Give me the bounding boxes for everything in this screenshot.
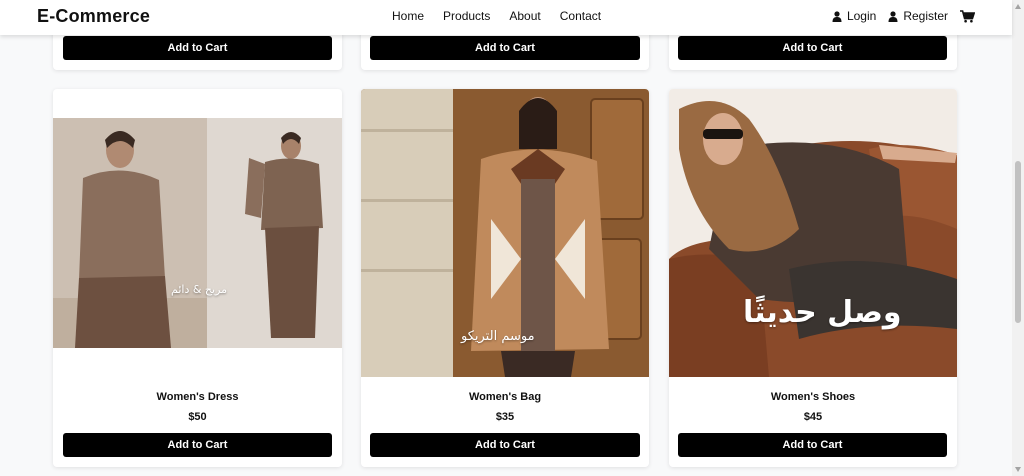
- product-title: Women's Shoes: [770, 391, 856, 403]
- product-card-dress: مريح & دائم Women's Dress $50 Add to Car…: [53, 89, 342, 467]
- product-price: $50: [188, 411, 207, 423]
- login-link[interactable]: Login: [832, 9, 876, 23]
- register-label: Register: [903, 9, 948, 23]
- nav-link-home[interactable]: Home: [392, 9, 424, 23]
- add-to-cart-button[interactable]: Add to Cart: [370, 36, 640, 60]
- add-to-cart-button[interactable]: Add to Cart: [63, 433, 332, 457]
- product-card-bag: موسم التريكو Women's Bag $35 Add to Cart: [361, 89, 649, 467]
- nav-link-contact[interactable]: Contact: [560, 9, 601, 23]
- product-image[interactable]: وصل حديثًا: [669, 89, 957, 377]
- product-title: Women's Dress: [156, 391, 239, 403]
- brand-logo[interactable]: E-Commerce: [37, 6, 150, 27]
- image-overlay-text: مريح & دائم: [171, 283, 228, 296]
- add-to-cart-button[interactable]: Add to Cart: [678, 36, 947, 60]
- navbar: E-Commerce Home Products About Contact L…: [0, 0, 1012, 35]
- product-card-shoes: وصل حديثًا Women's Shoes $45 Add to Cart: [669, 89, 957, 467]
- scroll-down-icon[interactable]: [1015, 467, 1021, 472]
- user-icon: [832, 10, 842, 22]
- register-link[interactable]: Register: [888, 9, 948, 23]
- product-price: $45: [803, 411, 823, 423]
- nav-link-about[interactable]: About: [509, 9, 540, 23]
- user-icon: [888, 10, 898, 22]
- image-overlay-text: وصل حديثًا: [743, 295, 902, 330]
- cart-icon[interactable]: [960, 9, 975, 23]
- product-image[interactable]: مريح & دائم: [53, 118, 342, 348]
- nav-link-products[interactable]: Products: [443, 9, 490, 23]
- add-to-cart-button[interactable]: Add to Cart: [370, 433, 640, 457]
- login-label: Login: [846, 9, 877, 23]
- scrollbar-thumb[interactable]: [1015, 161, 1021, 323]
- vertical-scrollbar[interactable]: [1012, 0, 1024, 476]
- add-to-cart-button[interactable]: Add to Cart: [63, 36, 332, 60]
- product-price: $35: [495, 411, 515, 423]
- nav-account: Login Register: [832, 9, 975, 23]
- image-overlay-text: موسم التريكو: [461, 329, 535, 344]
- nav-links: Home Products About Contact: [392, 9, 601, 23]
- product-title: Women's Bag: [468, 391, 542, 403]
- product-image[interactable]: موسم التريكو: [361, 89, 649, 377]
- scroll-up-icon[interactable]: [1015, 4, 1021, 9]
- add-to-cart-button[interactable]: Add to Cart: [678, 433, 947, 457]
